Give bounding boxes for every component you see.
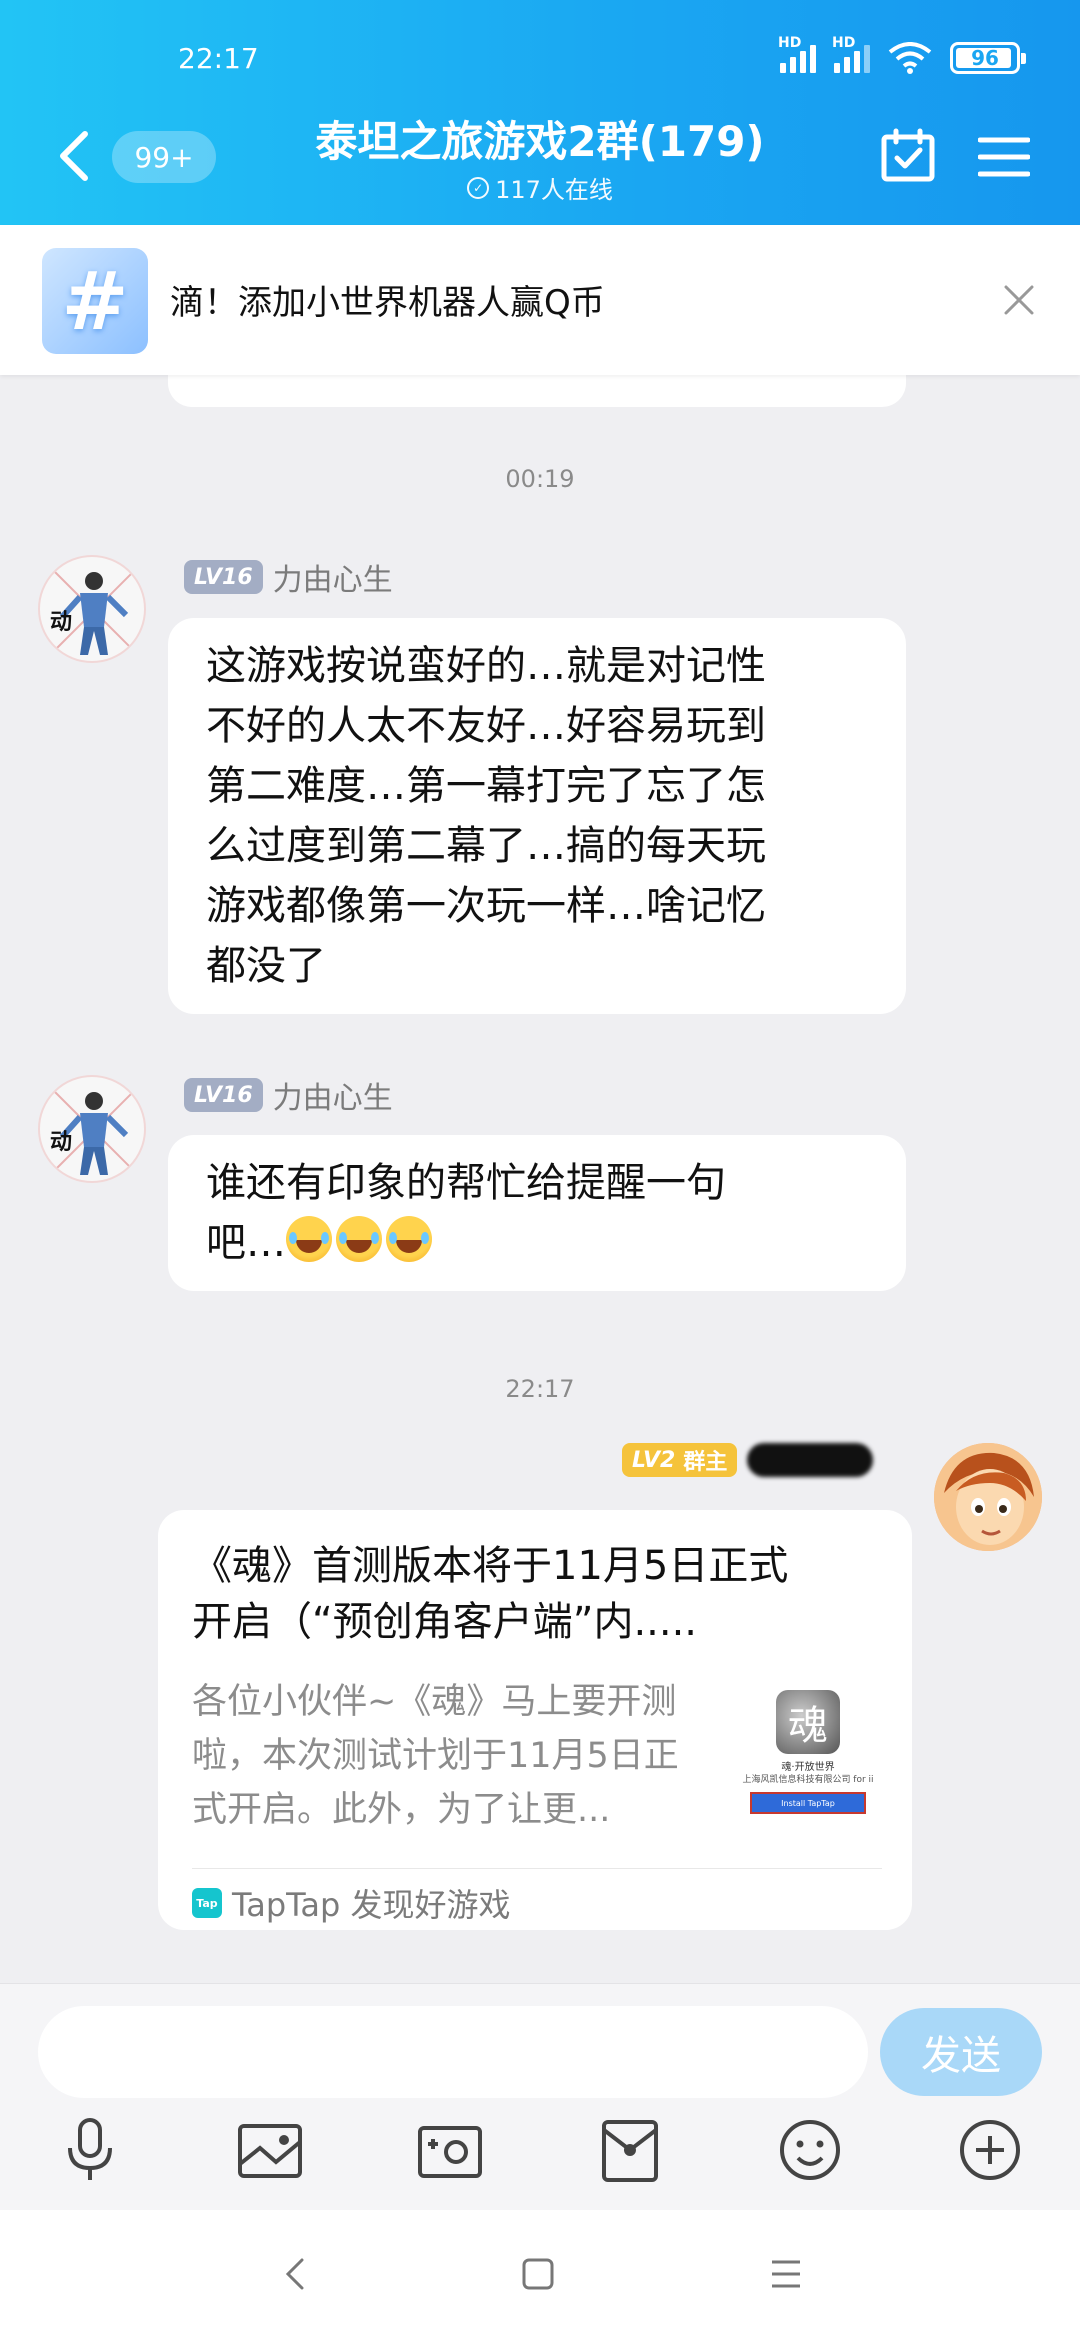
sender-nickname: 力由心生 xyxy=(272,1081,393,1116)
owner-role: 群主 xyxy=(683,1450,728,1475)
promo-banner[interactable]: # 滴！添加小世界机器人赢Q币 xyxy=(0,225,1080,375)
message-line: 游戏都像第一次玩一样…啥记忆 xyxy=(206,883,766,929)
online-label: 117人在线 xyxy=(495,176,613,204)
system-nav-bar xyxy=(0,2210,1080,2340)
message-line: 谁还有印象的帮忙给提醒一句 xyxy=(206,1160,726,1206)
svg-text:动: 动 xyxy=(50,1130,72,1155)
wifi-icon xyxy=(888,42,932,74)
plus-icon[interactable] xyxy=(954,2114,1026,2186)
microphone-icon[interactable] xyxy=(54,2114,126,2186)
status-icons: HD HD 96 xyxy=(778,35,1026,74)
message-bubble[interactable]: 谁还有印象的帮忙给提醒一句 吧… xyxy=(168,1135,906,1291)
chat-header: 22:17 HD HD 96 99+ 泰坦之旅游戏2群(179) ✓ 117人在… xyxy=(0,0,1080,225)
thumb-caption: 魂·开放世界 xyxy=(781,1762,835,1773)
signal-icon: HD xyxy=(778,35,816,73)
taptap-icon: Tap xyxy=(192,1888,222,1918)
card-divider xyxy=(192,1868,882,1869)
card-description: 各位小伙伴~《魂》马上要开测 啦，本次测试计划于11月5日正 式开启。此外，为了… xyxy=(192,1675,722,1837)
emoji-icon[interactable] xyxy=(774,2114,846,2186)
message-line: 这游戏按说蛮好的…就是对记性 xyxy=(206,643,766,689)
sender-nickname: 力由心生 xyxy=(272,563,393,598)
user-avatar-figure-icon: 动 xyxy=(47,1084,141,1178)
message-list[interactable]: 00:19 动 LV16 力由心生 这游戏按说蛮好的…就是对记性 不好的人太不友… xyxy=(0,375,1080,1983)
avatar[interactable]: 动 xyxy=(38,555,146,663)
level-badge: LV16 xyxy=(184,560,263,594)
sender-name[interactable]: LV2 群主 xyxy=(622,1443,874,1477)
banner-text[interactable]: 滴！添加小世界机器人赢Q币 xyxy=(170,275,605,324)
signal-icon: HD xyxy=(832,35,870,73)
message-bubble-partial[interactable] xyxy=(168,375,906,407)
message-line: 吧… xyxy=(206,1213,868,1273)
red-packet-icon[interactable] xyxy=(594,2114,666,2186)
message-line: 第二难度…第一幕打完了忘了怎 xyxy=(206,763,766,809)
battery-level: 96 xyxy=(971,46,999,70)
level-badge: LV16 xyxy=(184,1078,263,1112)
battery-icon: 96 xyxy=(950,42,1026,74)
sender-name[interactable]: LV16 力由心生 xyxy=(184,1073,393,1117)
message-line: 都没了 xyxy=(206,943,326,989)
menu-icon[interactable] xyxy=(978,136,1030,178)
laugh-cry-emoji-icon xyxy=(286,1216,332,1262)
card-title-line: 开启（“预创角客户端”内..... xyxy=(192,1599,698,1645)
nav-menu-icon[interactable] xyxy=(762,2250,810,2298)
user-avatar-figure-icon: 动 xyxy=(47,564,141,658)
composer: 发送 xyxy=(0,1983,1080,2210)
svg-text:动: 动 xyxy=(50,610,72,635)
thumb-publisher: 上海风凯信息科技有限公司 for ii xyxy=(742,1775,874,1785)
camera-icon[interactable] xyxy=(414,2114,486,2186)
message-text: 吧… xyxy=(206,1220,286,1266)
redacted-nickname xyxy=(747,1443,874,1477)
card-thumbnail: 魂 魂·开放世界 上海风凯信息科技有限公司 for ii Install Tap… xyxy=(738,1680,878,1840)
message-input[interactable] xyxy=(38,2006,868,2098)
close-icon[interactable] xyxy=(996,277,1042,323)
timestamp: 00:19 xyxy=(505,465,575,493)
laugh-cry-emoji-icon xyxy=(386,1216,432,1262)
nav-home-icon[interactable] xyxy=(514,2250,562,2298)
image-icon[interactable] xyxy=(234,2114,306,2186)
game-logo-icon: 魂 xyxy=(776,1690,840,1754)
card-desc-line: 啦，本次测试计划于11月5日正 xyxy=(192,1736,679,1776)
thumb-install-button: Install TapTap xyxy=(750,1792,866,1814)
hd-label: HD xyxy=(832,35,856,51)
owner-avatar-face-icon xyxy=(934,1443,1042,1551)
card-source: Tap TapTap 发现好游戏 xyxy=(192,1880,511,1926)
hd-label: HD xyxy=(778,35,802,51)
card-desc-line: 各位小伙伴~《魂》马上要开测 xyxy=(192,1682,677,1722)
avatar[interactable]: 动 xyxy=(38,1075,146,1183)
status-bar: 22:17 HD HD 96 xyxy=(0,35,1080,82)
level-text: LV2 xyxy=(632,1447,676,1473)
level-badge: LV2 群主 xyxy=(622,1443,738,1477)
card-title-line: 《魂》首测版本将于11月5日正式 xyxy=(192,1543,789,1589)
shared-link-card[interactable]: 《魂》首测版本将于11月5日正式 开启（“预创角客户端”内..... 各位小伙伴… xyxy=(158,1510,912,1930)
card-title[interactable]: 《魂》首测版本将于11月5日正式 开启（“预创角客户端”内..... xyxy=(192,1538,882,1650)
laugh-cry-emoji-icon xyxy=(336,1216,382,1262)
message-line: 么过度到第二幕了…搞的每天玩 xyxy=(206,823,766,869)
calendar-check-icon[interactable] xyxy=(880,128,936,184)
avatar[interactable] xyxy=(934,1443,1042,1551)
card-source-label: TapTap 发现好游戏 xyxy=(232,1886,511,1924)
check-circle-icon: ✓ xyxy=(467,176,490,199)
mini-world-logo-icon: # xyxy=(42,248,148,354)
sender-name[interactable]: LV16 力由心生 xyxy=(184,555,393,599)
send-button[interactable]: 发送 xyxy=(880,2008,1042,2096)
message-bubble[interactable]: 这游戏按说蛮好的…就是对记性 不好的人太不友好…好容易玩到 第二难度…第一幕打完… xyxy=(168,618,906,1014)
nav-back-icon[interactable] xyxy=(272,2250,320,2298)
timestamp: 22:17 xyxy=(505,1375,575,1403)
card-desc-line: 式开启。此外，为了让更... xyxy=(192,1790,611,1830)
message-line: 不好的人太不友好…好容易玩到 xyxy=(206,703,766,749)
composer-toolbar xyxy=(0,2114,1080,2194)
status-time: 22:17 xyxy=(178,42,259,75)
